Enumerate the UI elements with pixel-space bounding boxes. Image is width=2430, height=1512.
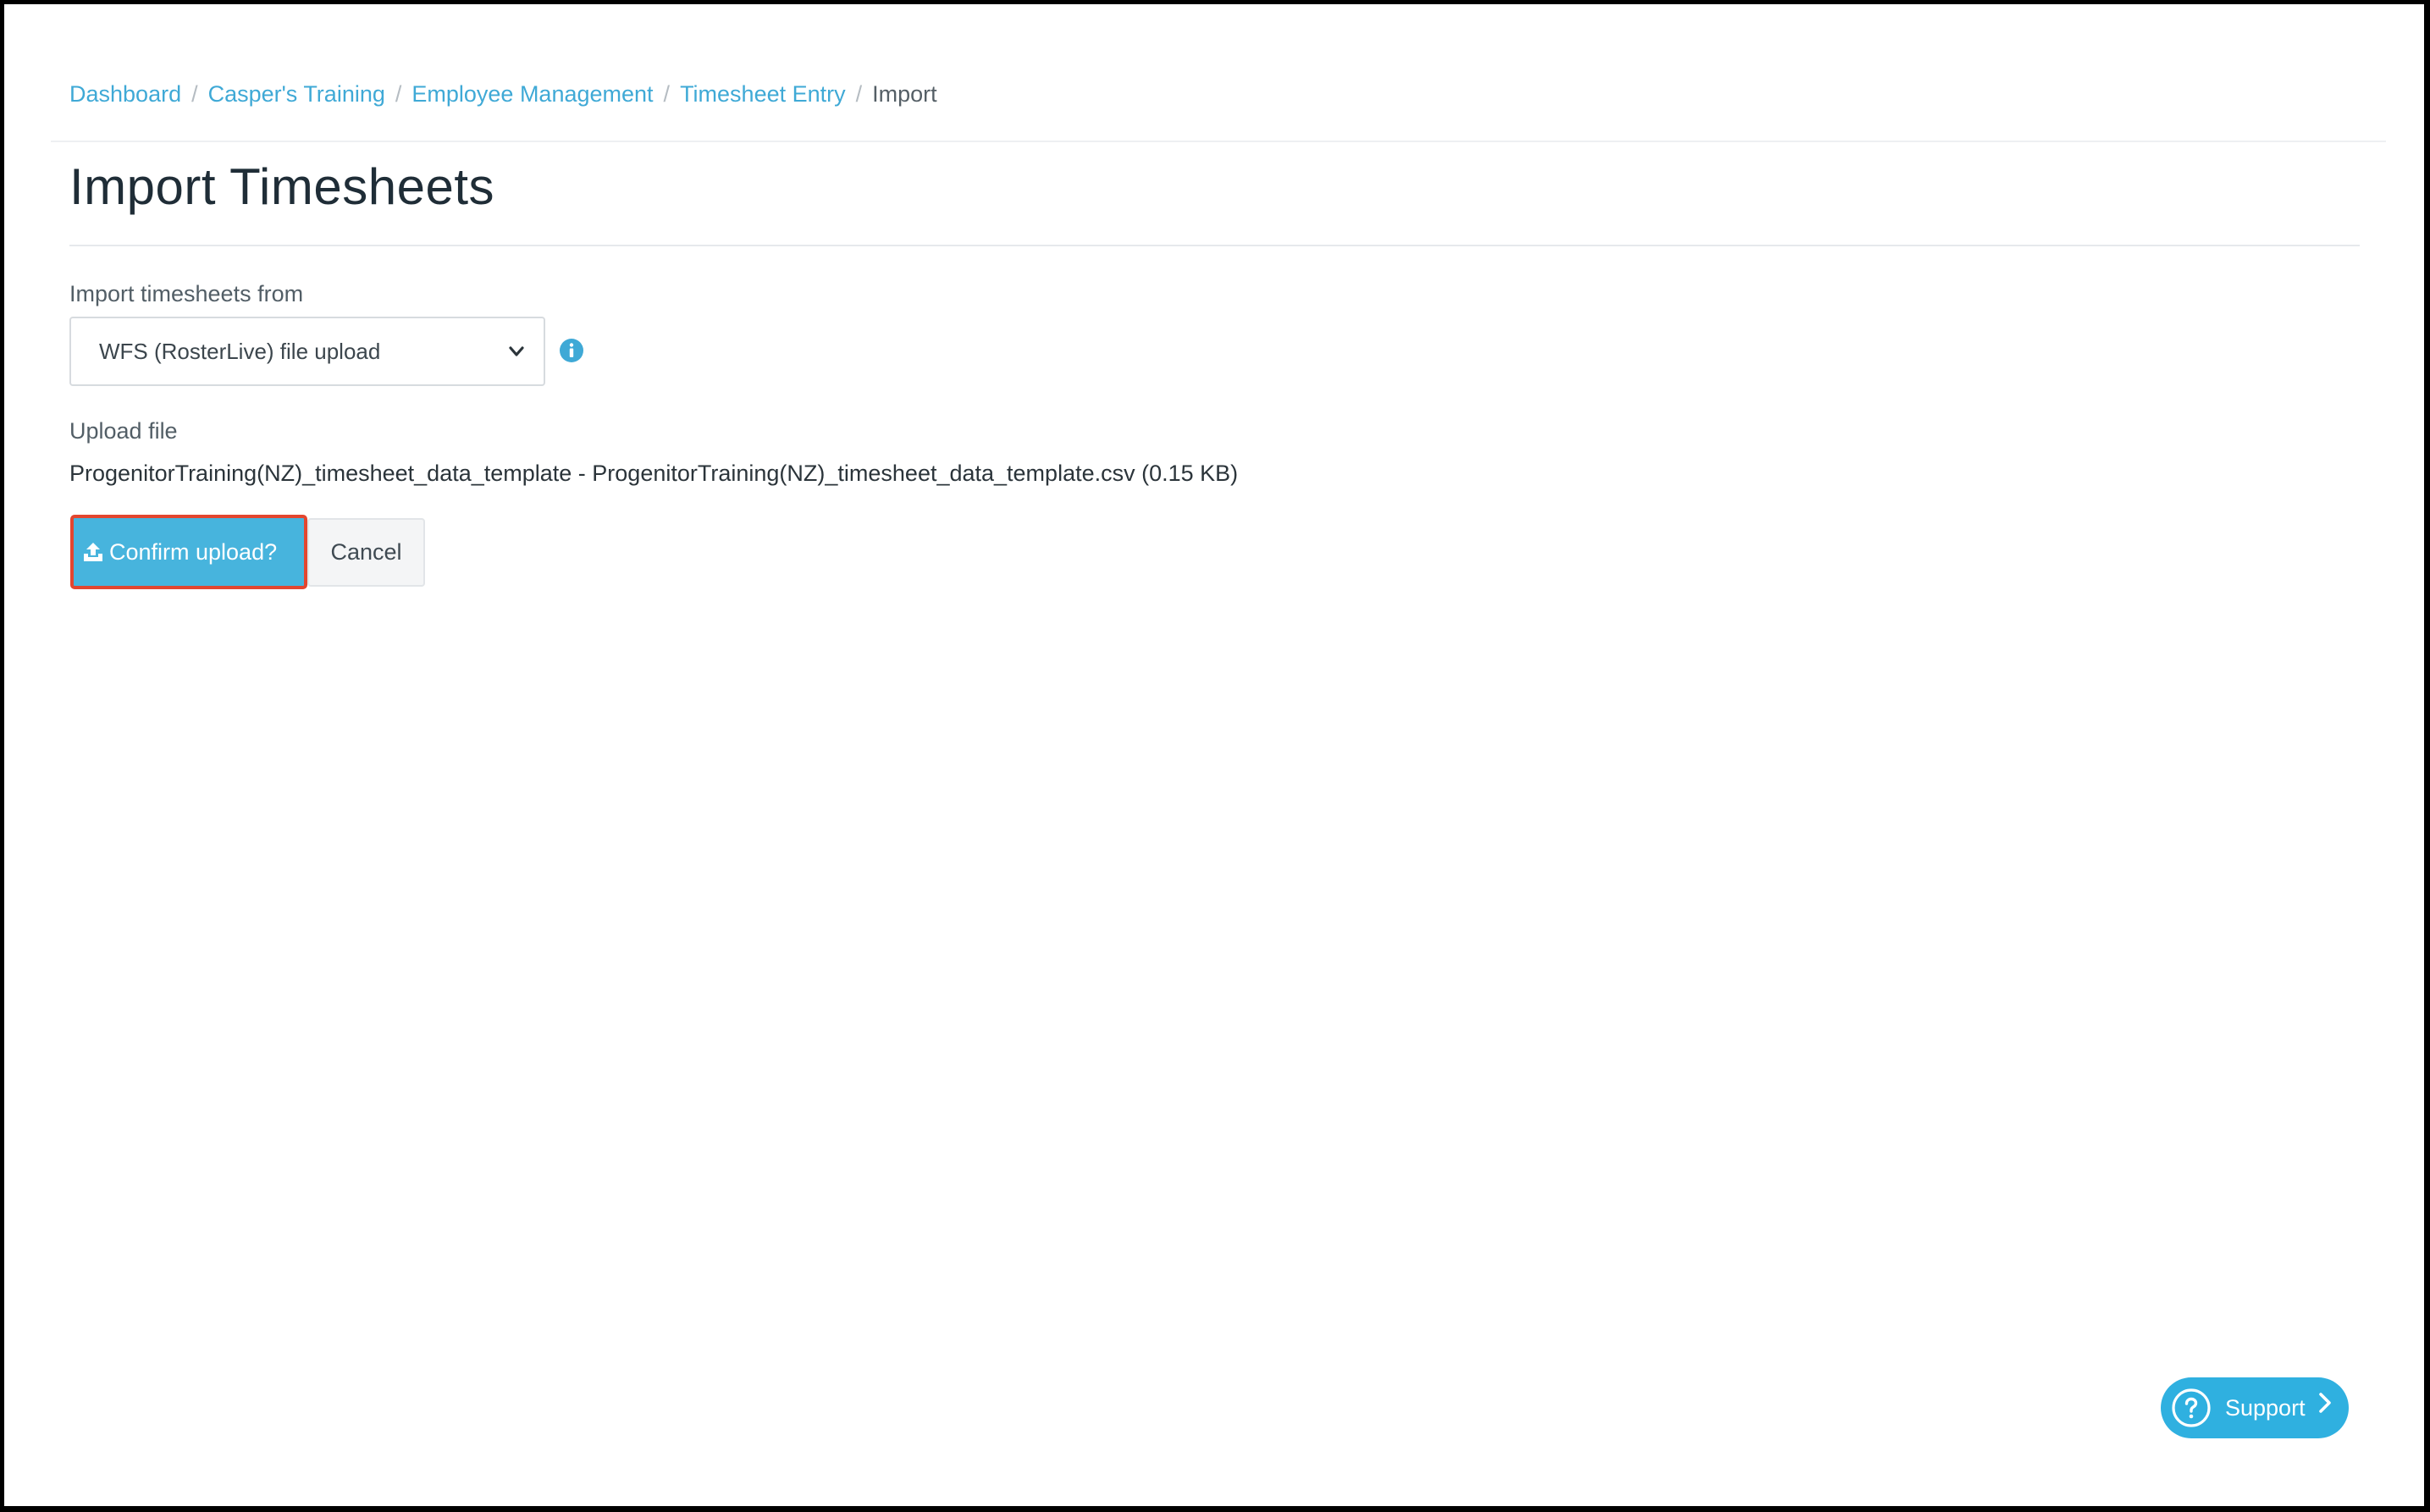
breadcrumb-dashboard-link[interactable]: Dashboard — [69, 79, 181, 109]
confirm-upload-button[interactable]: Confirm upload? — [70, 515, 307, 589]
question-circle-icon — [2172, 1388, 2211, 1427]
upload-file-label: Upload file — [69, 418, 178, 444]
breadcrumb-caspers-training-link[interactable]: Casper's Training — [208, 79, 385, 109]
info-icon[interactable] — [559, 338, 584, 363]
breadcrumb-separator: / — [395, 81, 402, 107]
breadcrumb-separator: / — [191, 81, 198, 107]
upload-icon — [84, 543, 102, 561]
breadcrumb: Dashboard / Casper's Training / Employee… — [69, 79, 937, 109]
breadcrumb-timesheet-entry-link[interactable]: Timesheet Entry — [680, 79, 846, 109]
breadcrumb-employee-management-link[interactable]: Employee Management — [411, 79, 653, 109]
uploaded-file-name: ProgenitorTraining(NZ)_timesheet_data_te… — [69, 461, 1239, 486]
cancel-button[interactable]: Cancel — [307, 518, 425, 587]
page-title: Import Timesheets — [69, 158, 495, 215]
breadcrumb-current: Import — [872, 81, 937, 107]
page-frame: Dashboard / Casper's Training / Employee… — [4, 4, 2424, 1506]
header-divider — [51, 141, 2386, 142]
breadcrumb-separator: / — [855, 81, 863, 107]
import-source-selected-value: WFS (RosterLive) file upload — [99, 338, 381, 364]
title-divider — [69, 245, 2360, 246]
chevron-right-icon — [2319, 1393, 2331, 1413]
chevron-down-icon — [509, 346, 524, 356]
support-label: Support — [2225, 1394, 2306, 1421]
support-button[interactable]: Support — [2161, 1377, 2349, 1438]
confirm-upload-label: Confirm upload? — [109, 538, 278, 565]
import-source-select[interactable]: WFS (RosterLive) file upload — [69, 317, 545, 386]
breadcrumb-separator: / — [663, 81, 671, 107]
import-from-label: Import timesheets from — [69, 281, 304, 306]
